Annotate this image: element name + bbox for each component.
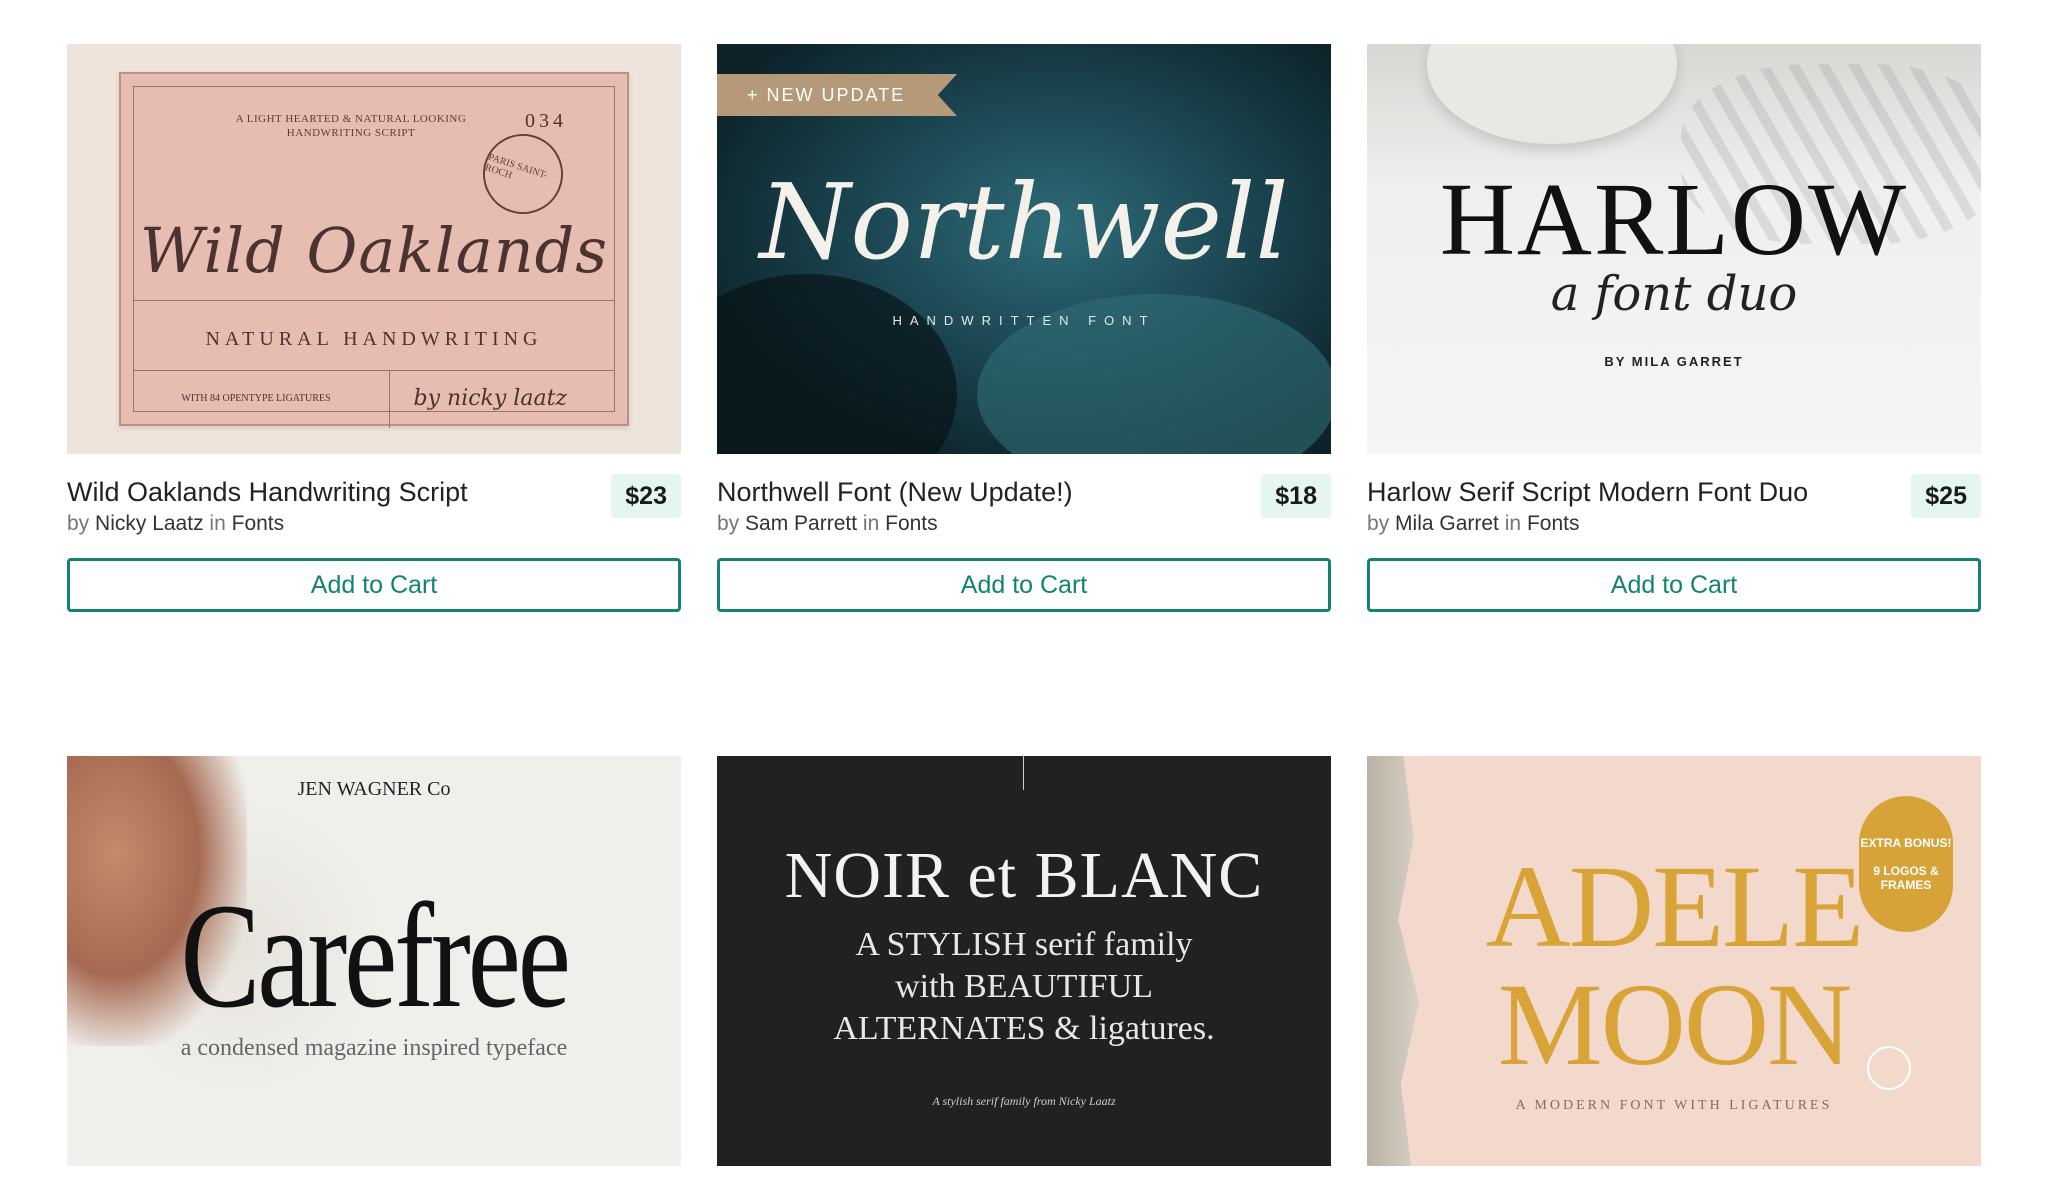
by-label: by: [67, 512, 90, 535]
product-title[interactable]: Northwell Font (New Update!): [717, 474, 1073, 510]
in-label: in: [209, 512, 226, 535]
product-thumbnail[interactable]: EXTRA BONUS! 9 LOGOS & FRAMES ADELE MOON…: [1367, 756, 1981, 1166]
price-badge: $23: [611, 474, 681, 518]
in-label: in: [1504, 512, 1522, 535]
product-card: EXTRA BONUS! 9 LOGOS & FRAMES ADELE MOON…: [1367, 756, 1981, 1166]
product-card: A LIGHT HEARTED & NATURAL LOOKING HANDWR…: [67, 44, 681, 612]
thumb-subtitle: a condensed magazine inspired typeface: [180, 1034, 568, 1061]
card-paper: A LIGHT HEARTED & NATURAL LOOKING HANDWR…: [119, 72, 629, 428]
product-thumbnail[interactable]: HARLOW a font duo BY MILA GARRET: [1367, 44, 1981, 454]
torn-paper-edge: [1367, 756, 1419, 1166]
thumb-credit: A stylish serif family from Nicky Laatz: [932, 1093, 1116, 1108]
product-thumbnail[interactable]: NOIR et BLANC A STYLISH serif family wit…: [717, 756, 1331, 1166]
product-card: HARLOW a font duo BY MILA GARRET Harlow …: [1367, 44, 1981, 612]
by-label: by: [1367, 512, 1390, 535]
product-card: JEN WAGNER Co Carefree a condensed magaz…: [67, 756, 681, 1166]
thumb-script-title: Wild Oaklands: [139, 214, 609, 287]
tagline-line: ALTERNATES & ligatures.: [833, 1009, 1215, 1047]
add-to-cart-button[interactable]: Add to Cart: [717, 558, 1331, 612]
moon-icon: [1867, 1046, 1911, 1090]
add-to-cart-button[interactable]: Add to Cart: [67, 558, 681, 612]
dish-image: [1427, 44, 1677, 144]
price-badge: $25: [1911, 474, 1981, 518]
thumb-subtitle: HANDWRITTEN FONT: [892, 312, 1156, 328]
by-label: by: [717, 512, 740, 535]
product-thumbnail[interactable]: A LIGHT HEARTED & NATURAL LOOKING HANDWR…: [67, 44, 681, 454]
title-line: ADELE: [1485, 841, 1865, 972]
product-meta: Wild Oaklands Handwriting Script by Nick…: [67, 474, 681, 536]
fabric-fold: [717, 274, 957, 454]
thumb-signature: by nicky laatz: [413, 386, 567, 411]
tagline-line: A STYLISH serif family: [855, 925, 1193, 963]
thumb-number: 034: [525, 110, 567, 132]
price-badge: $18: [1261, 474, 1331, 518]
thumb-subtitle: NATURAL HANDWRITING: [205, 328, 543, 350]
product-card: + NEW UPDATE Northwell HANDWRITTEN FONT …: [717, 44, 1331, 612]
product-thumbnail[interactable]: JEN WAGNER Co Carefree a condensed magaz…: [67, 756, 681, 1166]
author-link[interactable]: Mila Garret: [1395, 512, 1499, 535]
category-link[interactable]: Fonts: [885, 512, 938, 535]
divider: [133, 300, 615, 301]
thumb-script-title: a font duo: [1550, 265, 1798, 322]
product-thumbnail[interactable]: + NEW UPDATE Northwell HANDWRITTEN FONT: [717, 44, 1331, 454]
new-update-ribbon: + NEW UPDATE: [717, 74, 957, 116]
product-grid: A LIGHT HEARTED & NATURAL LOOKING HANDWR…: [67, 44, 1981, 1166]
thumb-script-title: Northwell: [759, 160, 1289, 283]
thumb-title: Carefree: [180, 872, 571, 1039]
product-title[interactable]: Harlow Serif Script Modern Font Duo: [1367, 474, 1808, 510]
tagline-line: with BEAUTIFUL: [895, 967, 1153, 1005]
add-to-cart-button[interactable]: Add to Cart: [1367, 558, 1981, 612]
title-line: MOON: [1497, 959, 1853, 1090]
product-byline: by Sam Parrett in Fonts: [717, 512, 1073, 536]
decorative-line: [1023, 756, 1024, 790]
bonus-badge: EXTRA BONUS! 9 LOGOS & FRAMES: [1859, 796, 1953, 932]
thumb-tagline: A LIGHT HEARTED & NATURAL LOOKING HANDWR…: [235, 113, 467, 139]
category-link[interactable]: Fonts: [232, 512, 285, 535]
category-link[interactable]: Fonts: [1527, 512, 1580, 535]
product-card: NOIR et BLANC A STYLISH serif family wit…: [717, 756, 1331, 1166]
product-title[interactable]: Wild Oaklands Handwriting Script: [67, 474, 468, 510]
product-meta: Harlow Serif Script Modern Font Duo by M…: [1367, 474, 1981, 536]
divider: [133, 370, 615, 371]
thumb-subtitle: A MODERN FONT WITH LIGATURES: [1515, 1098, 1833, 1113]
thumb-title: ADELE MOON: [1485, 841, 1865, 1090]
thumb-tagline: A STYLISH serif family with BEAUTIFUL AL…: [833, 924, 1214, 1050]
product-meta: Northwell Font (New Update!) by Sam Parr…: [717, 474, 1331, 536]
divider: [389, 370, 390, 428]
thumb-brand: JEN WAGNER Co: [297, 778, 451, 800]
thumb-ligatures: WITH 84 OPENTYPE LIGATURES: [181, 393, 331, 404]
badge-top: EXTRA BONUS!: [1860, 836, 1952, 850]
author-link[interactable]: Nicky Laatz: [95, 512, 204, 535]
thumb-title: HARLOW: [1439, 161, 1909, 277]
author-link[interactable]: Sam Parrett: [745, 512, 857, 535]
in-label: in: [862, 512, 880, 535]
product-byline: by Nicky Laatz in Fonts: [67, 512, 468, 536]
badge-bottom: 9 LOGOS & FRAMES: [1873, 864, 1939, 892]
thumb-title: NOIR et BLANC: [784, 838, 1264, 912]
thumb-byline: BY MILA GARRET: [1604, 353, 1744, 369]
product-byline: by Mila Garret in Fonts: [1367, 512, 1808, 536]
